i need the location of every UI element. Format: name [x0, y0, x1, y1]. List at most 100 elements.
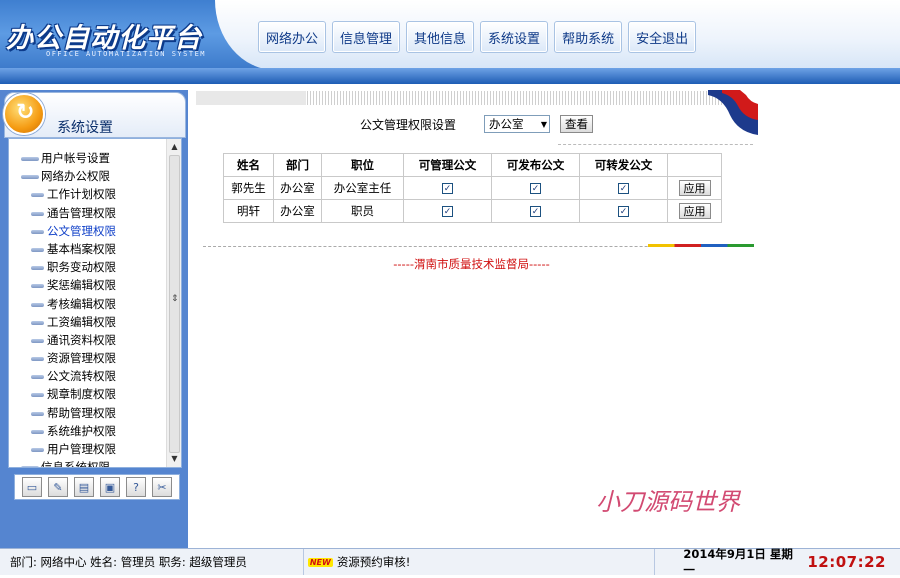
tree-node-icon — [31, 357, 44, 362]
tree-node-icon — [31, 338, 44, 343]
scroll-thumb[interactable]: ⇕ — [169, 155, 180, 453]
sidebar-toolbar: ▭ ✎ ▤ ▣ ? ✂ — [14, 474, 180, 500]
tree-node-icon — [31, 284, 44, 289]
sidebar-item[interactable]: 考核编辑权限 — [9, 295, 167, 313]
help-icon[interactable]: ? — [126, 477, 146, 497]
cell-dept: 办公室 — [273, 176, 322, 200]
chevron-down-icon: ▼ — [540, 120, 548, 129]
document-icon[interactable]: ▤ — [74, 477, 94, 497]
view-button[interactable]: 查看 — [560, 115, 594, 133]
cell-name: 郭先生 — [223, 176, 274, 200]
cell-action: 应用 — [667, 176, 722, 200]
sidebar-item[interactable]: 帮助管理权限 — [9, 404, 167, 422]
cell-manage: ✓ — [403, 199, 492, 223]
forward-checkbox[interactable]: ✓ — [618, 206, 629, 217]
cell-publish: ✓ — [491, 199, 580, 223]
forward-checkbox[interactable]: ✓ — [618, 183, 629, 194]
cell-action: 应用 — [667, 199, 722, 223]
status-datetime: 2014年9月1日 星期一 12:07:22 — [654, 547, 900, 577]
col-position: 职位 — [321, 153, 404, 177]
sidebar-item[interactable]: 信息系统权限 — [9, 458, 167, 468]
table-header-row: 姓名 部门 职位 可管理公文 可发布公文 可转发公文 — [223, 153, 722, 177]
sidebar-item-label: 规章制度权限 — [47, 387, 116, 402]
sidebar-item-label: 工作计划权限 — [47, 187, 116, 202]
sidebar-item[interactable]: 通讯资料权限 — [9, 331, 167, 349]
sidebar-item[interactable]: 奖惩编辑权限 — [9, 276, 167, 294]
sidebar-item[interactable]: 职务变动权限 — [9, 258, 167, 276]
app-subtitle: OFFICE AUTOMATIZATION SYSTEM — [46, 50, 207, 58]
table-body: 郭先生 办公室 办公室主任 ✓ ✓ ✓ 应用 明轩 办公室 职员 ✓ ✓ ✓ 应用 — [223, 176, 722, 223]
sidebar-item-label: 信息系统权限 — [41, 460, 110, 468]
manage-checkbox[interactable]: ✓ — [442, 183, 453, 194]
computer-icon[interactable]: ▣ — [100, 477, 120, 497]
organization-name: -----渭南市质量技术监督局----- — [393, 257, 550, 271]
permission-table: 姓名 部门 职位 可管理公文 可发布公文 可转发公文 郭先生 办公室 办公室主任 ✓ ✓… — [223, 153, 722, 223]
sidebar-item[interactable]: 资源管理权限 — [9, 349, 167, 367]
sidebar-item[interactable]: 公文管理权限 — [9, 222, 167, 240]
sidebar-header: ↻ 系统设置 — [3, 92, 186, 138]
sidebar-item-label: 基本档案权限 — [47, 241, 116, 256]
corner-decoration-icon — [708, 90, 758, 135]
status-clock: 12:07:22 — [807, 553, 886, 571]
scroll-up-icon[interactable]: ▲ — [169, 141, 180, 153]
status-message-text[interactable]: 资源预约审核! — [337, 554, 411, 570]
tree-node-icon — [21, 466, 39, 467]
col-can-forward: 可转发公文 — [579, 153, 668, 177]
apply-button[interactable]: 应用 — [678, 203, 711, 219]
sidebar-item[interactable]: 工资编辑权限 — [9, 313, 167, 331]
tree-node-icon — [31, 448, 44, 452]
edit-icon[interactable]: ✎ — [48, 477, 68, 497]
status-date: 2014年9月1日 星期一 — [683, 547, 793, 577]
sidebar-item[interactable]: 通告管理权限 — [9, 204, 167, 222]
sidebar-item[interactable]: 基本档案权限 — [9, 240, 167, 258]
filter-row: 公文管理权限设置 办公室 ▼ 查看 — [360, 114, 594, 134]
sidebar-item-label: 用户管理权限 — [47, 442, 116, 456]
nav-other-info[interactable]: 其他信息 — [406, 21, 475, 53]
tree-node-icon — [31, 211, 44, 216]
nav-logout[interactable]: 安全退出 — [628, 21, 697, 53]
department-select[interactable]: 办公室 ▼ — [484, 115, 551, 133]
nav-network-office[interactable]: 网络办公 — [258, 21, 327, 53]
sidebar-item-label: 考核编辑权限 — [47, 296, 116, 311]
sidebar-item-label: 奖惩编辑权限 — [47, 278, 116, 293]
status-user-info: 部门: 网络中心 姓名: 管理员 职务: 超级管理员 — [10, 555, 247, 569]
sidebar-item[interactable]: 系统维护权限 — [9, 422, 167, 440]
publish-checkbox[interactable]: ✓ — [530, 206, 541, 217]
tree-scrollbar[interactable]: ▲ ⇕ ▼ — [166, 139, 181, 467]
sidebar-item-label: 资源管理权限 — [47, 351, 116, 366]
nav-help-system[interactable]: 帮助系统 — [554, 21, 623, 53]
sidebar-title: 系统设置 — [57, 120, 113, 136]
sidebar: ↻ 系统设置 用户帐号设置网络办公权限工作计划权限通告管理权限 公文管理权限 基本档… — [0, 90, 188, 548]
tree-node-icon — [31, 247, 44, 252]
nav-info-management[interactable]: 信息管理 — [332, 21, 401, 53]
sidebar-item-label: 通讯资料权限 — [47, 332, 116, 347]
sidebar-item[interactable]: 用户帐号设置 — [9, 149, 167, 167]
nav-system-settings[interactable]: 系统设置 — [480, 21, 549, 53]
col-action — [667, 153, 722, 177]
tools-icon[interactable]: ✂ — [152, 477, 172, 497]
sidebar-item-label: 用户帐号设置 — [41, 151, 110, 165]
tree-node-icon — [31, 393, 44, 398]
tree-node-icon — [21, 175, 39, 180]
cell-manage: ✓ — [403, 176, 492, 200]
cell-publish: ✓ — [491, 176, 580, 200]
sidebar-item-label: 公文流转权限 — [47, 369, 116, 384]
sidebar-item[interactable]: 规章制度权限 — [9, 385, 167, 403]
cell-name: 明轩 — [223, 199, 274, 223]
scroll-down-icon[interactable]: ▼ — [169, 453, 180, 465]
status-message[interactable]: NEW 资源预约审核! — [302, 549, 655, 575]
table-row: 明轩 办公室 职员 ✓ ✓ ✓ 应用 — [223, 199, 722, 223]
sidebar-item[interactable]: 工作计划权限 — [9, 185, 167, 203]
sidebar-badge-icon: ↻ — [3, 93, 45, 135]
app-logo: 办公自动化平台 OFFICE AUTOMATIZATION SYSTEM — [6, 16, 211, 61]
tree-list: 用户帐号设置网络办公权限工作计划权限通告管理权限 公文管理权限 基本档案权限职务变动… — [9, 149, 167, 468]
apply-button[interactable]: 应用 — [678, 180, 711, 196]
sidebar-item[interactable]: 公文流转权限 — [9, 367, 167, 385]
window-icon[interactable]: ▭ — [22, 477, 42, 497]
publish-checkbox[interactable]: ✓ — [530, 183, 541, 194]
manage-checkbox[interactable]: ✓ — [442, 206, 453, 217]
sidebar-item-label: 帮助管理权限 — [47, 405, 116, 420]
sidebar-item[interactable]: 网络办公权限 — [9, 167, 167, 185]
filter-label: 公文管理权限设置 — [360, 117, 457, 132]
sidebar-item[interactable]: 用户管理权限 — [9, 440, 167, 458]
